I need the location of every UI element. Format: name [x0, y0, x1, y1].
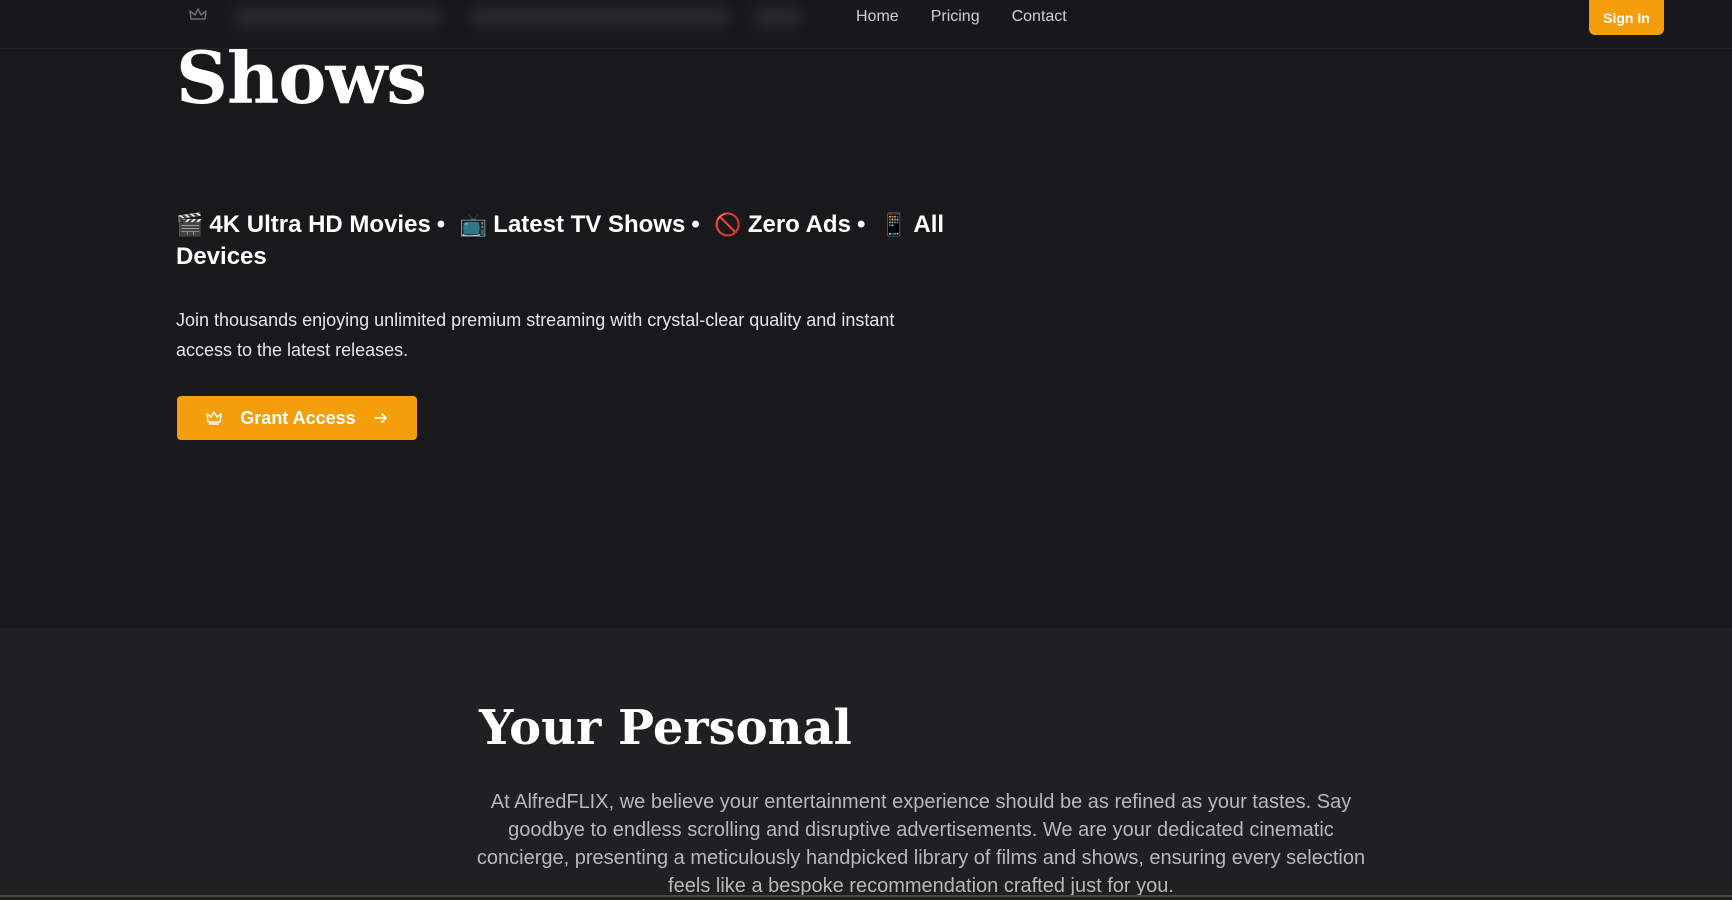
no-entry-icon: 🚫: [714, 212, 742, 237]
separator: •: [436, 211, 446, 238]
hero-section: Shows 🎬 4K Ultra HD Movies • 📺 Latest TV Sh…: [0, 0, 1732, 628]
top-navbar: Home Pricing Contact Sign In: [0, 0, 1732, 49]
sign-in-button[interactable]: Sign In: [1589, 0, 1664, 35]
hero-description: Join thousands enjoying unlimited premiu…: [176, 310, 895, 360]
mobile-phone-icon: 📱: [880, 212, 908, 237]
about-section: Your Personal At AlfredFLIX, we believe …: [0, 628, 1732, 899]
feature-list: 🎬 4K Ultra HD Movies • 📺 Latest TV Shows • 🚫…: [176, 209, 956, 273]
feature-item: 🎬 4K Ultra HD Movies: [176, 211, 431, 238]
nav-links: Home Pricing Contact: [856, 6, 1067, 28]
blurred-brand-block: [752, 6, 802, 28]
separator: •: [856, 211, 866, 238]
about-title: Your Personal: [479, 700, 852, 756]
feature-item: 🚫 Zero Ads: [714, 211, 851, 238]
grant-access-button[interactable]: Grant Access: [177, 396, 417, 440]
tv-icon: 📺: [459, 212, 488, 237]
nav-link-home[interactable]: Home: [856, 6, 899, 28]
logo[interactable]: [184, 4, 212, 26]
grant-access-label: Grant Access: [240, 407, 356, 428]
nav-link-pricing[interactable]: Pricing: [931, 6, 980, 28]
about-text: At AlfredFLIX, we believe your entertain…: [476, 791, 1366, 897]
hero-title: Shows: [176, 35, 427, 120]
feature-item: 📺 Latest TV Shows: [459, 211, 686, 238]
clapper-icon: 🎬: [176, 212, 204, 237]
separator: •: [691, 211, 700, 238]
crown-icon: [189, 8, 207, 20]
blurred-brand-block: [232, 6, 442, 28]
blurred-brand-block: [470, 6, 730, 28]
arrow-right-icon: [373, 412, 388, 424]
divider: [0, 895, 1732, 897]
nav-link-contact[interactable]: Contact: [1012, 6, 1067, 28]
crown-icon: [206, 411, 223, 425]
